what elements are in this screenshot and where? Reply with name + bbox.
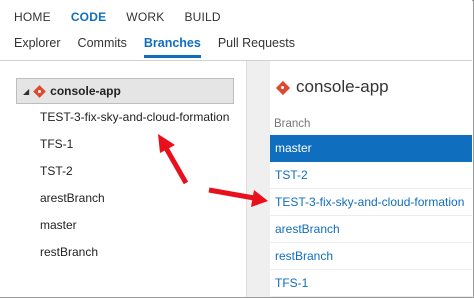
pane-title: console-app bbox=[275, 77, 389, 97]
branch-row[interactable]: restBranch bbox=[270, 243, 472, 270]
nav-home[interactable]: HOME bbox=[14, 10, 51, 26]
tree-branch-item[interactable]: TEST-3-fix-sky-and-cloud-formation bbox=[40, 109, 240, 136]
tab-branches[interactable]: Branches bbox=[143, 36, 201, 58]
repo-title: console-app bbox=[296, 77, 389, 96]
nav-build[interactable]: BUILD bbox=[184, 10, 220, 26]
top-navigation: HOME CODE WORK BUILD Explorer Commits Br… bbox=[0, 0, 472, 60]
branch-table: master TST-2 TEST-3-fix-sky-and-cloud-fo… bbox=[270, 135, 472, 297]
code-subnav: Explorer Commits Branches Pull Requests bbox=[14, 36, 312, 58]
pane-splitter[interactable] bbox=[246, 61, 270, 297]
repo-name: console-app bbox=[50, 84, 121, 98]
branch-row[interactable]: arestBranch bbox=[270, 216, 472, 243]
repo-node[interactable]: ◢ console-app bbox=[16, 78, 234, 104]
branches-pane: console-app Branch master TST-2 TEST-3-f… bbox=[270, 61, 472, 297]
branch-row[interactable]: master bbox=[270, 135, 472, 162]
tree-branch-item[interactable]: TST-2 bbox=[40, 163, 240, 190]
branch-tree-pane: ◢ console-app TEST-3-fix-sky-and-cloud-f… bbox=[0, 61, 246, 297]
tab-pull-requests[interactable]: Pull Requests bbox=[218, 36, 295, 58]
nav-work[interactable]: WORK bbox=[126, 10, 164, 26]
nav-code[interactable]: CODE bbox=[71, 10, 106, 26]
tab-explorer[interactable]: Explorer bbox=[14, 36, 61, 58]
branch-row[interactable]: TFS-1 bbox=[270, 270, 472, 297]
tree-branch-item[interactable]: arestBranch bbox=[40, 190, 240, 217]
branch-column-header[interactable]: Branch bbox=[274, 118, 310, 130]
branch-row[interactable]: TEST-3-fix-sky-and-cloud-formation bbox=[270, 189, 472, 216]
tree-branch-item[interactable]: TFS-1 bbox=[40, 136, 240, 163]
collapse-caret-icon[interactable]: ◢ bbox=[23, 87, 29, 96]
tree-branch-item[interactable]: master bbox=[40, 217, 240, 244]
hub-nav: HOME CODE WORK BUILD bbox=[14, 10, 241, 26]
git-repo-icon bbox=[275, 80, 291, 95]
tab-commits[interactable]: Commits bbox=[78, 36, 127, 58]
tree-branch-item[interactable]: restBranch bbox=[40, 244, 240, 271]
git-repo-icon bbox=[33, 84, 47, 98]
branch-tree-list: TEST-3-fix-sky-and-cloud-formation TFS-1… bbox=[40, 109, 240, 271]
branch-row[interactable]: TST-2 bbox=[270, 162, 472, 189]
